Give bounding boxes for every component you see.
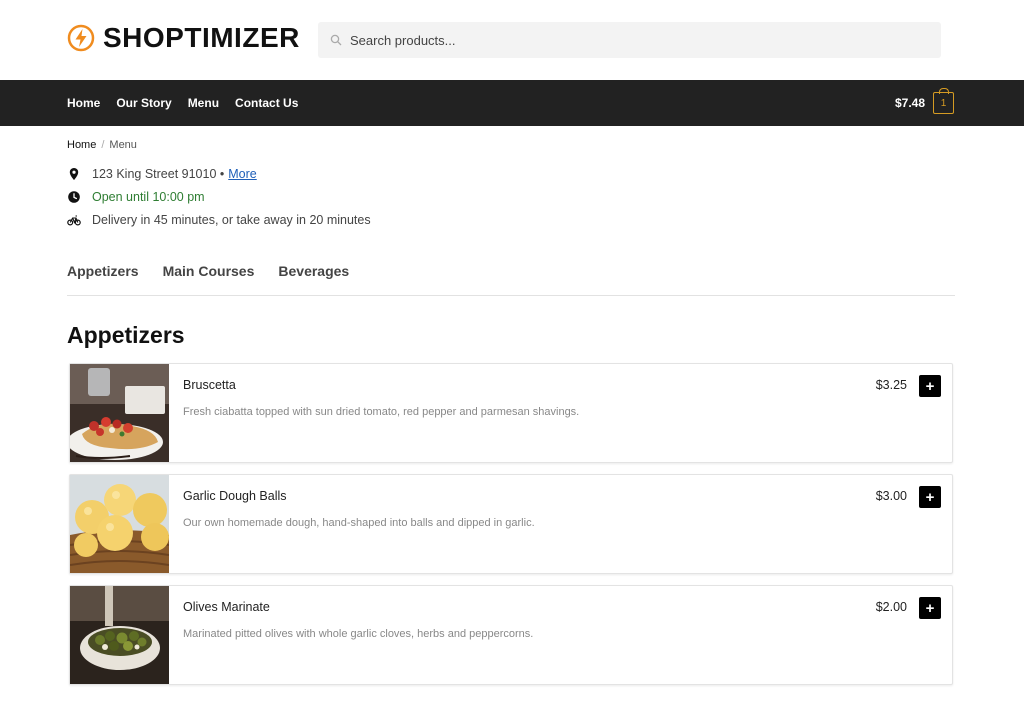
- breadcrumb-current: Menu: [109, 139, 137, 151]
- search-icon: [330, 34, 342, 46]
- more-link[interactable]: More: [228, 167, 256, 181]
- bruscetta-image: [70, 364, 169, 462]
- menu-item-description: Our own homemade dough, hand-shaped into…: [183, 517, 535, 529]
- opening-hours-row: Open until 10:00 pm: [67, 190, 205, 204]
- menu-item-card[interactable]: Bruscetta Fresh ciabatta topped with sun…: [69, 363, 953, 463]
- menu-item-description: Marinated pitted olives with whole garli…: [183, 628, 534, 640]
- site-header: SHOPTIMIZER: [0, 0, 1024, 80]
- site-logo[interactable]: SHOPTIMIZER: [67, 22, 300, 54]
- delivery-row: Delivery in 45 minutes, or take away in …: [67, 213, 371, 227]
- logo-text: SHOPTIMIZER: [103, 22, 300, 53]
- search-bar[interactable]: [318, 22, 941, 58]
- tab-main-courses[interactable]: Main Courses: [163, 263, 255, 279]
- shopping-bag-icon: 1: [933, 88, 954, 114]
- cart-count: 1: [940, 97, 947, 109]
- location-pin-icon: [69, 168, 79, 180]
- lightning-bolt-icon: [67, 24, 95, 52]
- breadcrumb-separator: /: [101, 139, 105, 151]
- menu-item-name[interactable]: Bruscetta: [183, 378, 236, 392]
- garlic-dough-balls-image: [70, 475, 169, 573]
- search-input[interactable]: [350, 32, 910, 48]
- nav-home[interactable]: Home: [67, 96, 100, 110]
- menu-item-description: Fresh ciabatta topped with sun dried tom…: [183, 406, 580, 418]
- breadcrumb-home[interactable]: Home: [67, 139, 96, 151]
- menu-item-price: $3.25: [875, 378, 907, 392]
- menu-item-name[interactable]: Garlic Dough Balls: [183, 489, 287, 503]
- breadcrumb: Home / Menu: [67, 139, 137, 151]
- clock-icon: [68, 191, 80, 203]
- nav-our-story[interactable]: Our Story: [116, 96, 171, 110]
- menu-category-tabs: Appetizers Main Courses Beverages: [67, 263, 349, 279]
- add-to-cart-button[interactable]: +: [919, 486, 941, 508]
- address-row: 123 King Street 91010 • More: [67, 167, 257, 181]
- section-title: Appetizers: [67, 322, 185, 348]
- menu-item-name[interactable]: Olives Marinate: [183, 600, 270, 614]
- menu-item-card[interactable]: Olives Marinate Marinated pitted olives …: [69, 585, 953, 685]
- add-to-cart-button[interactable]: +: [919, 375, 941, 397]
- main-navigation: Home Our Story Menu Contact Us $7.48 1: [0, 80, 1024, 126]
- nav-menu[interactable]: Menu: [188, 96, 219, 110]
- tab-appetizers[interactable]: Appetizers: [67, 263, 139, 279]
- olives-marinate-image: [70, 586, 169, 684]
- address-text: 123 King Street 91010 •: [92, 167, 225, 181]
- delivery-text: Delivery in 45 minutes, or take away in …: [92, 213, 371, 227]
- open-status: Open until 10:00 pm: [92, 190, 205, 204]
- nav-contact-us[interactable]: Contact Us: [235, 96, 298, 110]
- tab-beverages[interactable]: Beverages: [278, 263, 349, 279]
- tabs-divider: [67, 295, 955, 296]
- add-to-cart-button[interactable]: +: [919, 597, 941, 619]
- cart-total: $7.48: [894, 96, 925, 110]
- bicycle-icon: [67, 215, 81, 226]
- menu-item-price: $3.00: [875, 489, 907, 503]
- cart-button[interactable]: $7.48 1: [894, 88, 954, 114]
- menu-item-price: $2.00: [875, 600, 907, 614]
- menu-item-card[interactable]: Garlic Dough Balls Our own homemade doug…: [69, 474, 953, 574]
